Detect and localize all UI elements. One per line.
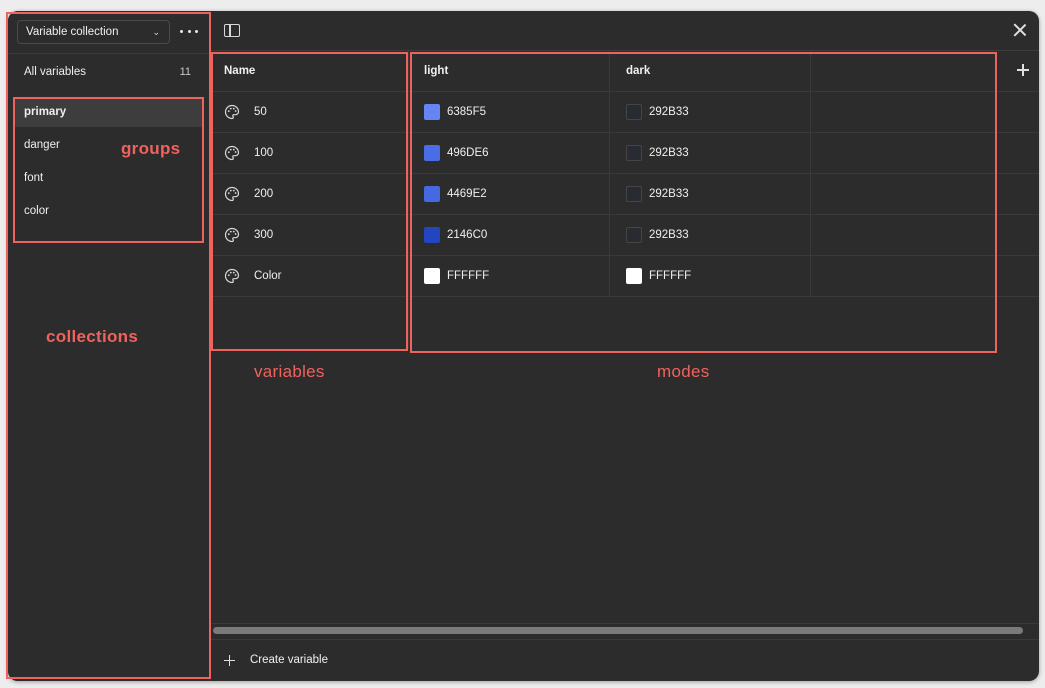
variables-annotation-label: variables [254,362,325,381]
palette-icon [224,227,240,243]
modes-annotation-label: modes [657,362,710,381]
collection-select[interactable]: Variable collection ⌄ [17,20,170,44]
dark-value: 292B33 [649,106,689,118]
all-variables-count: 11 [179,66,191,78]
palette-icon [224,268,240,284]
variables-table: Name light dark 50 6385F5 292B33 100 496DE6 2… [210,51,1039,349]
more-options-icon[interactable] [180,25,198,37]
collection-select-label: Variable collection [26,26,119,38]
all-variables-item[interactable]: All variables 11 [8,60,210,84]
table-header: Name light dark [210,51,1039,92]
variable-name: 300 [254,229,274,241]
table-row[interactable]: 300 2146C0 292B33 [210,215,1039,256]
palette-icon [224,104,240,120]
dark-value: FFFFFF [649,270,692,282]
close-icon[interactable] [1013,23,1027,37]
groups-annotation-label: groups [121,139,181,158]
sidebar-toggle-icon[interactable] [224,24,240,37]
all-variables-label: All variables [24,66,86,78]
sidebar-divider [8,53,210,54]
variable-name-cell[interactable]: 50 [210,92,409,132]
modal-topbar [210,11,1039,51]
light-value-cell[interactable]: 496DE6 [409,133,610,173]
light-value: 4469E2 [447,188,487,200]
color-swatch[interactable] [424,227,440,243]
dark-value-cell[interactable]: 292B33 [610,92,811,132]
table-row[interactable]: 200 4469E2 292B33 [210,174,1039,215]
table-empty-space [210,297,1039,349]
color-swatch[interactable] [424,145,440,161]
variable-name: 50 [254,106,267,118]
light-value-cell[interactable]: 6385F5 [409,92,610,132]
color-swatch[interactable] [424,104,440,120]
collections-annotation-label: collections [46,327,139,346]
variable-name: 200 [254,188,274,200]
variable-name-cell[interactable]: 100 [210,133,409,173]
create-variable-label: Create variable [250,654,328,666]
empty-cell [811,215,1039,255]
table-row[interactable]: 100 496DE6 292B33 [210,133,1039,174]
color-swatch[interactable] [626,104,642,120]
empty-cell [811,133,1039,173]
color-swatch[interactable] [626,145,642,161]
create-variable-button[interactable]: Create variable [224,651,328,669]
light-value: 496DE6 [447,147,489,159]
light-value: 2146C0 [447,229,488,241]
table-row[interactable]: Color FFFFFF FFFFFF [210,256,1039,297]
variable-name-cell[interactable]: 200 [210,174,409,214]
color-swatch[interactable] [626,268,642,284]
column-header-name: Name [210,51,409,91]
dark-value: 292B33 [649,147,689,159]
light-value-cell[interactable]: 4469E2 [409,174,610,214]
color-swatch[interactable] [626,227,642,243]
variable-name: Color [254,270,282,282]
column-header-dark[interactable]: dark [610,51,811,91]
light-value: 6385F5 [447,106,487,118]
plus-icon [224,654,235,666]
horizontal-scrollbar[interactable] [213,627,1023,634]
light-value-cell[interactable]: 2146C0 [409,215,610,255]
column-header-light[interactable]: light [409,51,610,91]
palette-icon [224,145,240,161]
palette-icon [224,186,240,202]
dark-value: 292B33 [649,188,689,200]
footer-divider [210,639,1039,640]
color-swatch[interactable] [424,268,440,284]
color-swatch[interactable] [424,186,440,202]
group-item-font[interactable]: font [13,163,203,193]
dark-value-cell[interactable]: FFFFFF [610,256,811,296]
table-row[interactable]: 50 6385F5 292B33 [210,92,1039,133]
empty-cell [811,256,1039,296]
dark-value-cell[interactable]: 292B33 [610,133,811,173]
light-value: FFFFFF [447,270,490,282]
variables-modal: Variable collection ⌄ All variables 11 p… [8,11,1039,681]
group-item-primary[interactable]: primary [13,97,203,127]
scroll-divider [210,623,1039,624]
empty-cell [811,174,1039,214]
variable-name-cell[interactable]: Color [210,256,409,296]
dark-value-cell[interactable]: 292B33 [610,215,811,255]
chevron-down-icon: ⌄ [152,27,160,37]
column-header-empty [811,51,1039,91]
add-mode-plus-icon[interactable] [1017,64,1029,76]
light-value-cell[interactable]: FFFFFF [409,256,610,296]
variable-name-cell[interactable]: 300 [210,215,409,255]
dark-value-cell[interactable]: 292B33 [610,174,811,214]
empty-cell [811,92,1039,132]
group-item-color[interactable]: color [13,196,203,226]
dark-value: 292B33 [649,229,689,241]
variable-name: 100 [254,147,274,159]
color-swatch[interactable] [626,186,642,202]
